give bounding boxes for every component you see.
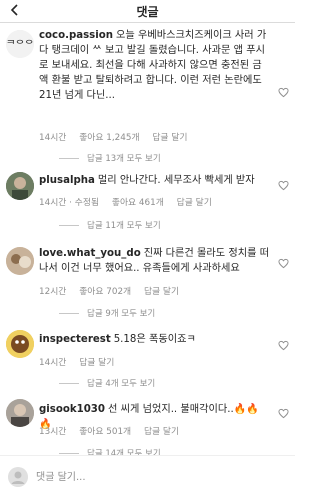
comment-input[interactable] — [36, 468, 276, 486]
comment-text: 5.18은 폭동이죠ㅋ — [113, 334, 196, 345]
reply-button[interactable]: 답글 달기 — [177, 198, 212, 208]
reply-button[interactable]: 답글 달기 — [152, 133, 187, 143]
heart-outline-icon[interactable] — [278, 87, 289, 98]
avatar-image — [6, 330, 34, 358]
top-bar: 댓글 — [0, 0, 295, 23]
comment-time: 14시간 · 수정됨 — [39, 198, 100, 208]
heart-outline-icon[interactable] — [278, 258, 289, 269]
avatar[interactable] — [6, 172, 34, 200]
avatar[interactable]: ᄏᄋᄋ — [6, 30, 34, 58]
comment-body: inspecterest 5.18은 폭동이죠ㅋ — [39, 332, 271, 347]
comment-likes[interactable]: 좋아요 1,245개 — [79, 133, 139, 143]
comment-body: coco.passion 오늘 우베바스크치즈케이크 사러 가다 탱크데이 ᄊ 보… — [39, 28, 271, 103]
comment-body: plusalpha 멀리 안나간다. 세무조사 빡세게 받자 — [39, 173, 271, 188]
user-icon — [8, 467, 28, 487]
reply-button[interactable]: 답글 달기 — [144, 287, 179, 297]
page-title: 댓글 — [136, 5, 159, 19]
svg-text:ᄏᄋᄋ: ᄏᄋᄋ — [6, 40, 34, 51]
comment-likes[interactable]: 좋아요 501개 — [79, 427, 131, 437]
view-replies[interactable]: 답글 11개 모두 보기 — [59, 219, 161, 231]
reply-button[interactable]: 답글 달기 — [144, 427, 179, 437]
avatar-image — [6, 399, 34, 427]
comment-meta: 12시간 좋아요 702개 답글 달기 — [39, 284, 189, 297]
view-replies[interactable]: 답글 9개 모두 보기 — [59, 307, 155, 319]
comment-body: love.what_you_do 진짜 다른건 몰라도 정치를 떠나서 이건 너무… — [39, 246, 271, 276]
avatar[interactable] — [6, 330, 34, 358]
avatar[interactable] — [6, 399, 34, 427]
comment-username[interactable]: gisook1030 — [39, 404, 105, 415]
replies-line — [59, 383, 79, 384]
replies-line — [59, 453, 79, 454]
comment-username[interactable]: coco.passion — [39, 30, 113, 41]
avatar — [8, 467, 28, 487]
comment-input-bar — [0, 456, 295, 500]
heart-outline-icon[interactable] — [278, 340, 289, 351]
heart-outline-icon[interactable] — [278, 180, 289, 191]
avatar-image — [6, 172, 34, 200]
avatar-image — [6, 247, 34, 275]
view-replies-label[interactable]: 답글 9개 모두 보기 — [87, 309, 155, 319]
comment-time: 14시간 — [39, 133, 67, 143]
comment-time: 14시간 — [39, 358, 67, 368]
comment-meta: 13시간 좋아요 501개 답글 달기 — [39, 424, 189, 437]
comment-meta: 14시간 좋아요 1,245개 답글 달기 — [39, 130, 198, 143]
comment-meta: 14시간 · 수정됨 좋아요 461개 답글 달기 — [39, 195, 222, 208]
view-replies[interactable]: 답글 13개 모두 보기 — [59, 152, 161, 164]
comment-likes[interactable]: 좋아요 461개 — [112, 198, 164, 208]
comment-username[interactable]: love.what_you_do — [39, 248, 141, 259]
replies-line — [59, 158, 79, 159]
avatar-image: ᄏᄋᄋ — [6, 30, 34, 58]
reply-button[interactable]: 답글 달기 — [79, 358, 114, 368]
comment-time: 12시간 — [39, 287, 67, 297]
replies-line — [59, 313, 79, 314]
comment-username[interactable]: plusalpha — [39, 175, 95, 186]
view-replies-label[interactable]: 답글 4개 모두 보기 — [87, 379, 155, 389]
comment-meta: 14시간 답글 달기 — [39, 355, 124, 368]
avatar[interactable] — [6, 247, 34, 275]
view-replies[interactable]: 답글 4개 모두 보기 — [59, 377, 155, 389]
comment-time: 13시간 — [39, 427, 67, 437]
view-replies-label[interactable]: 답글 11개 모두 보기 — [87, 221, 161, 231]
comment-likes[interactable]: 좋아요 702개 — [79, 287, 131, 297]
replies-line — [59, 225, 79, 226]
heart-outline-icon[interactable] — [278, 408, 289, 419]
comment-username[interactable]: inspecterest — [39, 334, 111, 345]
comment-text: 멀리 안나간다. 세무조사 빡세게 받자 — [97, 175, 255, 186]
view-replies-label[interactable]: 답글 13개 모두 보기 — [87, 154, 161, 164]
